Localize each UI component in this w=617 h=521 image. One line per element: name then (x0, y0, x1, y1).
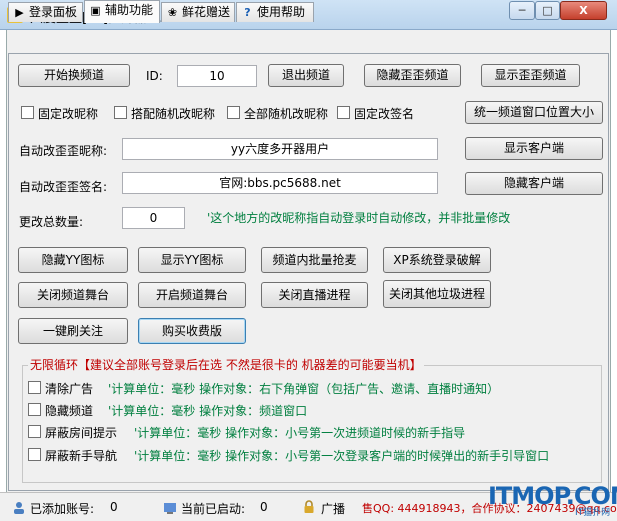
total-count-input[interactable]: 0 (122, 207, 185, 229)
panel-icon: ▣ (90, 4, 101, 17)
tab-help[interactable]: ? 使用帮助 (236, 2, 314, 22)
flower-icon: ❀ (167, 6, 178, 19)
hide-client-button[interactable]: 隐藏客户端 (465, 172, 603, 195)
all-random-nickname-checkbox[interactable] (227, 106, 240, 119)
auto-signature-input[interactable]: 官网:bbs.pc5688.net (122, 172, 438, 194)
lock-icon (304, 500, 314, 513)
play-icon: ▶ (15, 6, 24, 19)
clear-ads-desc: '计算单位：毫秒 操作对象：右下角弹窗（包括广告、邀请、直播时通知） (108, 382, 500, 396)
block-room-tips-label: 屏蔽房间提示 (45, 426, 118, 440)
total-count-label: 更改总数量: (19, 215, 84, 229)
open-channel-stage-button[interactable]: 开启频道舞台 (138, 282, 246, 308)
auto-nickname-label: 自动改歪歪昵称: (19, 144, 108, 158)
auto-nickname-input[interactable]: yy六度多开器用户 (122, 138, 438, 160)
show-yy-channel-button[interactable]: 显示歪歪频道 (481, 64, 580, 87)
accounts-icon (14, 502, 24, 514)
close-junk-process-button[interactable]: 关闭其他垃圾进程 (383, 280, 491, 308)
fixed-signature-label: 固定改签名 (354, 107, 415, 121)
channel-id-input[interactable]: 10 (177, 65, 257, 87)
tab-label: 鲜花赠送 (182, 5, 231, 19)
batch-grab-mic-button[interactable]: 频道内批量抢麦 (261, 247, 368, 273)
block-room-tips-desc: '计算单位：毫秒 操作对象：小号第一次进频道时候的新手指导 (134, 426, 466, 440)
fixed-nickname-label: 固定改昵称 (38, 107, 99, 121)
started-accounts-label: 当前已启动: (181, 502, 246, 516)
exit-channel-button[interactable]: 退出频道 (268, 64, 344, 87)
tab-flower-gift[interactable]: ❀ 鲜花赠送 (161, 2, 235, 22)
maximize-button[interactable]: □ (535, 1, 560, 20)
block-room-tips-checkbox[interactable] (28, 425, 41, 438)
buy-paid-version-button[interactable]: 购买收费版 (138, 318, 246, 344)
started-icon (164, 503, 176, 514)
minimize-button[interactable]: ─ (509, 1, 535, 20)
broadcast-label: 广播 (321, 502, 346, 516)
random-nickname-label: 搭配随机改昵称 (131, 107, 216, 121)
tab-label: 辅助功能 (105, 3, 154, 17)
fixed-signature-checkbox[interactable] (337, 106, 350, 119)
clear-ads-checkbox[interactable] (28, 381, 41, 394)
block-newbie-guide-checkbox[interactable] (28, 448, 41, 461)
xp-login-crack-button[interactable]: XP系统登录破解 (383, 247, 491, 273)
hide-channel-desc: '计算单位：毫秒 操作对象：频道窗口 (108, 404, 308, 418)
start-switch-channel-button[interactable]: 开始换频道 (18, 64, 130, 87)
all-random-nickname-label: 全部随机改昵称 (244, 107, 329, 121)
hide-channel-checkbox[interactable] (28, 403, 41, 416)
block-newbie-guide-desc: '计算单位：毫秒 操作对象：小号第一次登录客户端的时候弹出的新手引导窗口 (134, 449, 550, 463)
id-label: ID: (146, 69, 163, 83)
close-button[interactable]: X (560, 1, 607, 20)
hide-channel-label: 隐藏频道 (45, 404, 94, 418)
started-accounts-count: 0 (260, 500, 268, 514)
close-live-process-button[interactable]: 关闭直播进程 (261, 282, 368, 308)
nickname-note-text: '这个地方的改昵称指自动登录时自动修改，并非批量修改 (207, 211, 511, 225)
tab-assist[interactable]: ▣ 辅助功能 (84, 0, 160, 23)
hide-yy-channel-button[interactable]: 隐藏歪歪频道 (364, 64, 461, 87)
tab-label: 登录面板 (29, 5, 78, 19)
one-click-follow-button[interactable]: 一键刷关注 (18, 318, 128, 344)
watermark-cn: IT猫扑网 (575, 508, 611, 518)
show-client-button[interactable]: 显示客户端 (465, 137, 603, 160)
auto-signature-label: 自动改歪歪签名: (19, 180, 108, 194)
close-channel-stage-button[interactable]: 关闭频道舞台 (18, 282, 128, 308)
random-nickname-checkbox[interactable] (114, 106, 127, 119)
tab-login-panel[interactable]: ▶ 登录面板 (8, 2, 83, 22)
help-icon: ? (244, 6, 251, 19)
infinite-loop-title: 无限循环【建议全部账号登录后在选 不然是很卡的 机器差的可能要当机】 (28, 356, 424, 373)
block-newbie-guide-label: 屏蔽新手导航 (45, 449, 118, 463)
show-yy-icon-button[interactable]: 显示YY图标 (138, 247, 246, 273)
unify-window-size-button[interactable]: 统一频道窗口位置大小 (465, 101, 603, 124)
clear-ads-label: 清除广告 (45, 382, 94, 396)
added-accounts-label: 已添加账号: (30, 502, 95, 516)
fixed-nickname-checkbox[interactable] (21, 106, 34, 119)
hide-yy-icon-button[interactable]: 隐藏YY图标 (18, 247, 128, 273)
tab-label: 使用帮助 (257, 5, 306, 19)
added-accounts-count: 0 (110, 500, 118, 514)
